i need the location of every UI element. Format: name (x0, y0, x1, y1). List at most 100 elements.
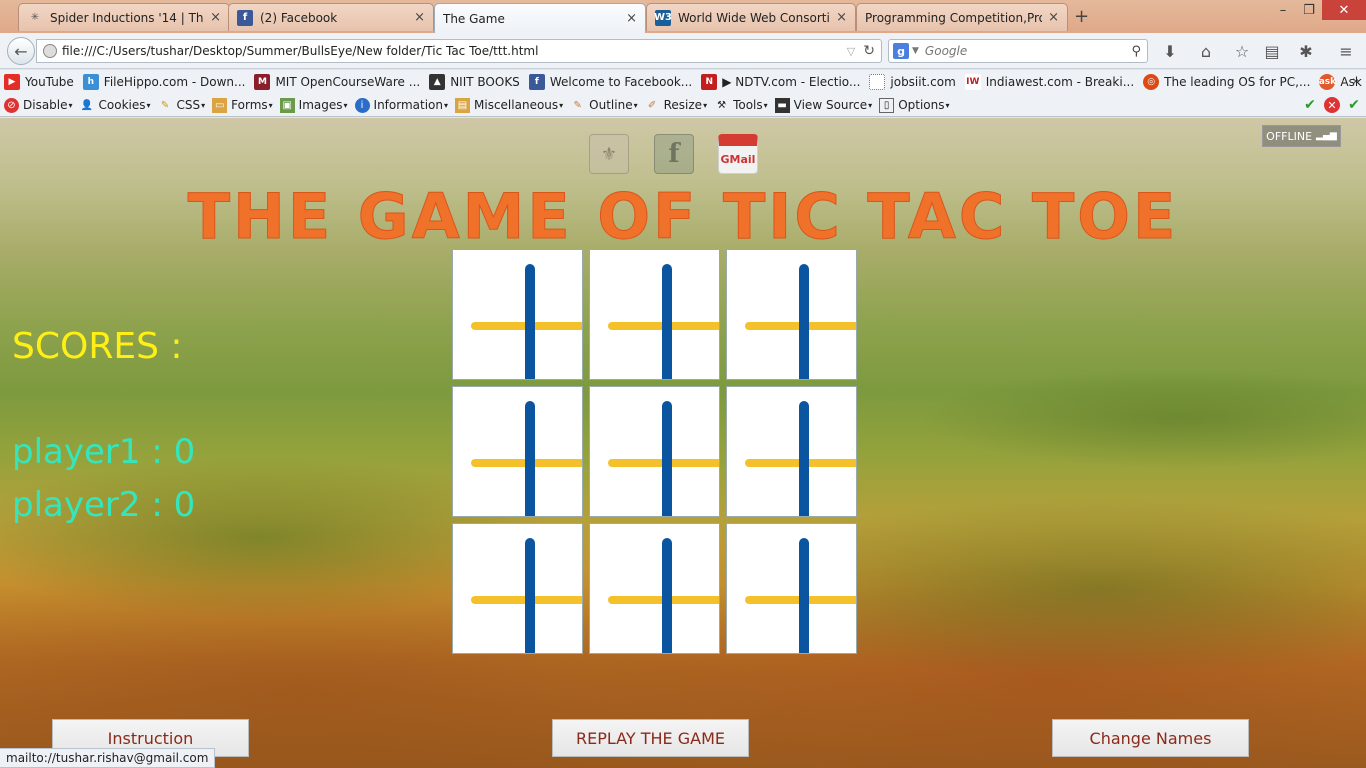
search-input[interactable] (924, 44, 1132, 58)
board-cell-6[interactable] (726, 386, 857, 517)
dev-menu-label: Outline (589, 98, 633, 112)
board-cell-3[interactable] (726, 249, 857, 380)
address-bar[interactable]: file:///C:/Users/tushar/Desktop/Summer/B… (36, 39, 882, 63)
emblem-logo-icon[interactable]: ⚜ (589, 134, 629, 174)
search-engine-dropdown-icon[interactable]: ▼ (912, 46, 919, 56)
dev-menu-label: Cookies (98, 98, 146, 112)
bookmark-label: MIT OpenCourseWare ... (275, 75, 421, 89)
close-tab-icon[interactable]: × (836, 10, 847, 25)
ask-icon: ask (1319, 74, 1336, 90)
bookmark-label: ▶ NDTV.com - Electio... (722, 75, 861, 89)
change-names-button[interactable]: Change Names (1052, 719, 1249, 757)
dev-menu-outline[interactable]: ✎ Outline ▾ (570, 98, 637, 113)
back-arrow-icon[interactable]: ← (7, 37, 35, 65)
search-icon[interactable]: ⚲ (1131, 44, 1141, 59)
view-source-icon: ▬ (774, 97, 790, 113)
menu-icon[interactable]: ≡ (1336, 41, 1356, 61)
dev-menu-disable[interactable]: ⊘ Disable ▾ (4, 97, 73, 113)
minimize-icon[interactable]: – (1270, 0, 1296, 20)
scores-heading: SCORES : (12, 326, 183, 367)
download-icon[interactable]: ⬇ (1160, 41, 1180, 61)
dev-menu-cookies[interactable]: 👤 Cookies ▾ (80, 98, 151, 113)
tab-title: Spider Inductions '14 | The ... (50, 10, 204, 25)
close-tab-icon[interactable]: × (1048, 10, 1059, 25)
restore-icon[interactable]: ❐ (1296, 0, 1322, 20)
board-cell-1[interactable] (452, 249, 583, 380)
bookmarks-toolbar: ▶ YouTube h FileHippo.com - Down... M MI… (0, 70, 1366, 94)
ndtv-icon: N (701, 74, 718, 90)
dev-menu-label: Tools (733, 98, 763, 112)
bookmark-label: FileHippo.com - Down... (103, 75, 246, 89)
reading-list-icon[interactable]: ▤ (1262, 41, 1282, 61)
history-dropdown-icon[interactable]: ▽ (847, 45, 855, 58)
close-tab-icon[interactable]: × (210, 10, 221, 25)
bookmark-indiawest[interactable]: IW Indiawest.com - Breaki... (964, 74, 1135, 90)
new-tab-plus-icon[interactable]: + (1074, 6, 1089, 27)
bookmark-ndtv[interactable]: N ▶ NDTV.com - Electio... (701, 74, 860, 90)
offline-label: OFFLINE (1266, 129, 1313, 143)
tab-spider-inductions[interactable]: ✳ Spider Inductions '14 | The ... × (18, 3, 230, 31)
close-window-icon[interactable]: ✕ (1322, 0, 1366, 20)
error-icon[interactable]: ✕ (1324, 97, 1340, 113)
board-cell-8[interactable] (589, 523, 720, 654)
bookmark-niit-books[interactable]: ▲ NIIT BOOKS (429, 74, 520, 90)
dev-menu-resize[interactable]: ✐ Resize ▾ (645, 98, 707, 113)
board-cell-9[interactable] (726, 523, 857, 654)
forms-icon: ▭ (212, 97, 228, 113)
board-cell-2[interactable] (589, 249, 720, 380)
dev-menu-forms[interactable]: ▭ Forms ▾ (212, 97, 273, 113)
dev-menu-label: Disable (23, 98, 68, 112)
home-icon[interactable]: ⌂ (1196, 41, 1216, 61)
tab-programming-competition[interactable]: Programming Competition,Pro... × (856, 3, 1068, 31)
ubuntu-icon: ◎ (1143, 74, 1160, 90)
web-developer-toolbar: ⊘ Disable ▾ 👤 Cookies ▾ ✎ CSS ▾ ▭ Forms ▾ ▣ … (0, 94, 1366, 117)
bookmark-label: The leading OS for PC,... (1164, 75, 1311, 89)
facebook-link[interactable]: f (654, 134, 694, 174)
tab-bar: ✳ Spider Inductions '14 | The ... × f (2… (0, 0, 1366, 33)
status-bar: mailto://tushar.rishav@gmail.com (0, 748, 216, 768)
addon-icon[interactable]: ✱ (1296, 41, 1316, 61)
bookmark-facebook[interactable]: f Welcome to Facebook... (528, 74, 692, 90)
search-box[interactable]: g ▼ ⚲ (888, 39, 1148, 63)
check-icon[interactable]: ✔ (1346, 97, 1362, 113)
close-tab-icon[interactable]: × (626, 11, 637, 26)
dev-menu-view-source[interactable]: ▬ View Source ▾ (774, 97, 872, 113)
bookmark-filehippo[interactable]: h FileHippo.com - Down... (82, 74, 246, 90)
reload-icon[interactable]: ↻ (863, 43, 875, 59)
tab-the-game[interactable]: The Game × (434, 3, 646, 33)
game-board (452, 249, 858, 655)
bookmark-ubuntu[interactable]: ◎ The leading OS for PC,... (1143, 74, 1310, 90)
gmail-link[interactable]: GMail (718, 134, 758, 174)
dev-menu-options[interactable]: ▯ Options ▾ (879, 97, 950, 113)
tab-facebook[interactable]: f (2) Facebook × (228, 3, 434, 31)
player2-score: player2 : 0 (12, 485, 196, 525)
validation-status: ✔ ✕ ✔ (1302, 97, 1362, 113)
board-cell-7[interactable] (452, 523, 583, 654)
board-cell-4[interactable] (452, 386, 583, 517)
chevron-more-icon[interactable]: » (1352, 74, 1360, 89)
check-icon[interactable]: ✔ (1302, 97, 1318, 113)
bookmark-jobsiit[interactable]: jobsiit.com (869, 74, 956, 90)
dev-menu-images[interactable]: ▣ Images ▾ (279, 97, 348, 113)
tab-title: World Wide Web Consorti... (678, 10, 831, 25)
dev-menu-tools[interactable]: ⚒ Tools ▾ (714, 98, 768, 113)
bookmark-label: jobsiit.com (890, 75, 956, 89)
bookmark-label: Indiawest.com - Breaki... (985, 75, 1135, 89)
spider-icon: ✳ (30, 12, 40, 23)
tab-w3c[interactable]: W3 World Wide Web Consorti... × (646, 3, 856, 31)
bookmark-mit-ocw[interactable]: M MIT OpenCourseWare ... (254, 74, 420, 90)
dev-menu-label: View Source (793, 98, 868, 112)
google-icon[interactable]: g (893, 43, 909, 59)
close-tab-icon[interactable]: × (414, 10, 425, 25)
dev-menu-css[interactable]: ✎ CSS ▾ (158, 98, 205, 113)
board-cell-5[interactable] (589, 386, 720, 517)
miscellaneous-icon: ▤ (455, 97, 471, 113)
signal-bars-icon: ▂▄▆ (1316, 131, 1337, 141)
dev-menu-label: Information (373, 98, 443, 112)
dev-menu-miscellaneous[interactable]: ▤ Miscellaneous ▾ (455, 97, 563, 113)
dev-menu-information[interactable]: i Information ▾ (354, 97, 448, 113)
cell-vertical-bar (799, 538, 809, 653)
bookmark-star-icon[interactable]: ☆ (1232, 41, 1252, 61)
replay-game-button[interactable]: REPLAY THE GAME (552, 719, 749, 757)
bookmark-youtube[interactable]: ▶ YouTube (4, 74, 74, 90)
